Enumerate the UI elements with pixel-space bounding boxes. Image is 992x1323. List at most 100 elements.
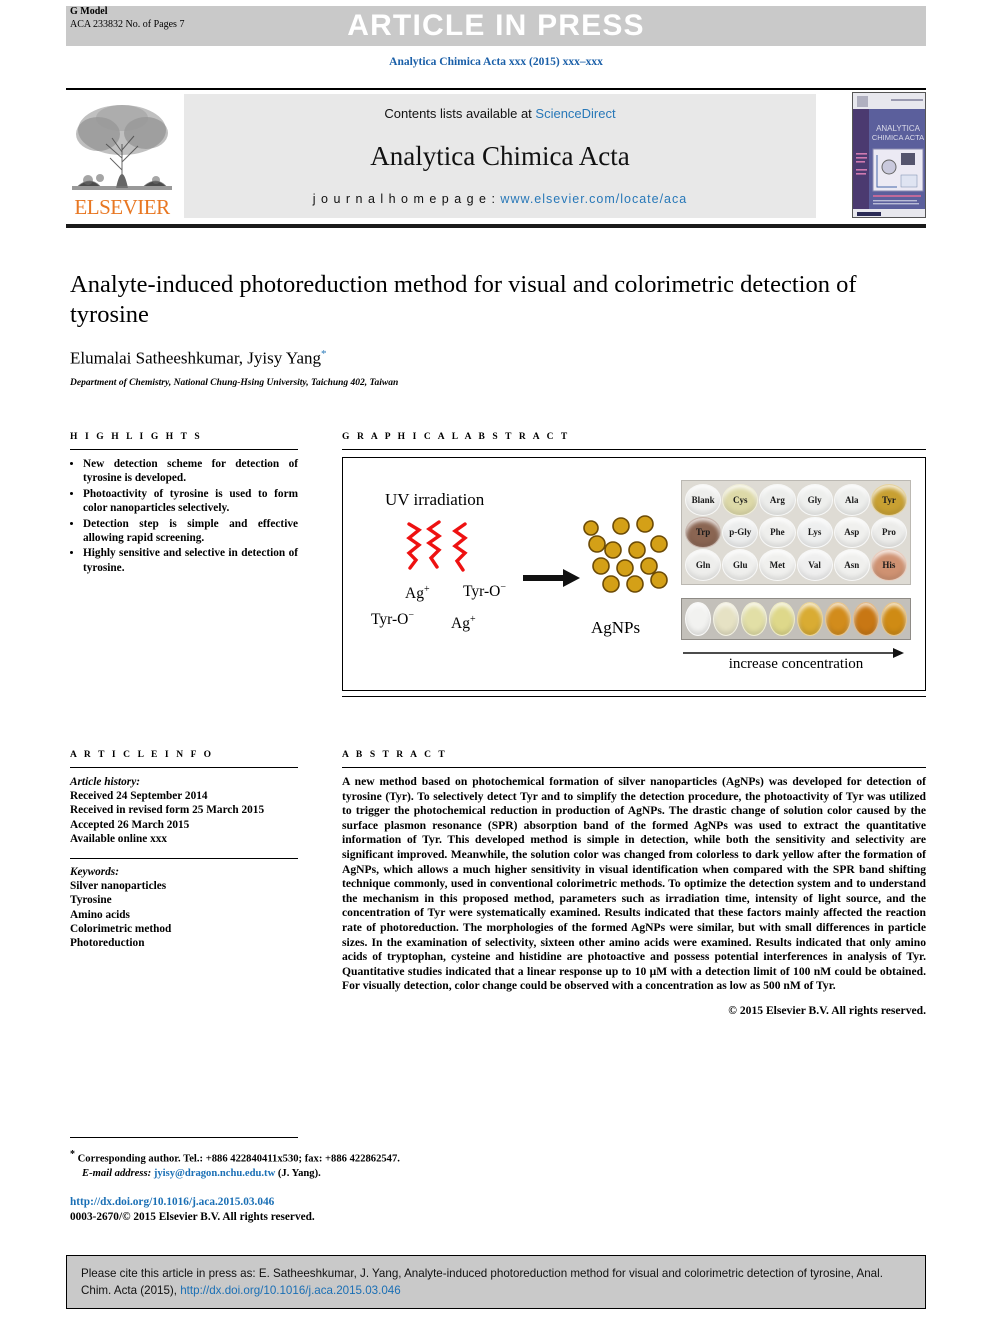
abstract-body: A new method based on photochemical form… [342,775,926,993]
gradient-well [741,602,767,636]
keyword-item: Photoreduction [70,937,145,950]
microplate-concentration-strip [681,598,911,640]
graphical-abstract-figure: UV irradiation Ag+ Tyr-O− Tyr-O− Ag+ AgN… [342,457,926,691]
sciencedirect-link[interactable]: ScienceDirect [535,106,615,121]
reactant-tyrosinate-1: Tyr-O− [463,582,506,601]
elsevier-wordmark: ELSEVIER [74,195,170,219]
gradient-well [825,602,851,636]
highlights-rule [70,449,298,450]
plate-well: Cys [722,484,759,516]
journal-homepage-link[interactable]: www.elsevier.com/locate/aca [500,192,687,206]
keywords-block: Keywords: Silver nanoparticles Tyrosine … [70,865,298,950]
plate-well: Pro [870,516,907,549]
affiliation: Department of Chemistry, National Chung-… [70,377,399,388]
reactant-tyrosinate-2: Tyr-O− [371,610,414,629]
plate-well: Gly [796,484,833,516]
keywords-label: Keywords: [70,866,119,879]
footnote-block: * Corresponding author. Tel.: +886 42284… [70,1148,670,1181]
plate-well: Asn [833,549,870,581]
article-info-section: A R T I C L E I N F O Article history: R… [70,750,298,950]
tyr-text-1: Tyr-O [463,583,501,601]
citation-text: Please cite this article in press as: E.… [81,1265,911,1299]
email-suffix: (J. Yang). [277,1167,321,1179]
plate-well: Asp [833,516,870,549]
ag-text-1: Ag [405,585,424,603]
corresponding-author-marker: * [321,348,327,360]
graphical-abstract-heading: G R A P H I C A L A B S T R A C T [342,432,570,442]
page-title: Analyte-induced photoreduction method fo… [70,271,857,328]
list-item: New detection scheme for detection of ty… [83,457,298,486]
reaction-arrow-icon [523,566,581,595]
footnote-rule [70,1137,298,1138]
email-note: E-mail address: jyisy@dragon.nchu.edu.tw… [70,1167,670,1181]
plate-well: Arg [759,484,796,516]
tyr-charge-1: − [500,582,506,593]
abstract-rule [342,767,926,768]
doi-block: http://dx.doi.org/10.1016/j.aca.2015.03.… [70,1195,315,1225]
keyword-item: Silver nanoparticles [70,880,167,893]
graphical-abstract-section: G R A P H I C A L A B S T R A C T UV irr… [342,432,926,697]
ag-charge-1: + [423,584,430,595]
svg-text:CHIMICA ACTA: CHIMICA ACTA [872,133,924,142]
corresponding-author-text: Corresponding author. Tel.: +886 4228404… [77,1153,400,1165]
title-block: Analyte-induced photoreduction method fo… [70,270,926,388]
article-history-label: Article history: [70,776,140,788]
graphical-abstract-bottom-rule [342,696,926,697]
article-info-rule [70,767,298,768]
author-names: Elumalai Satheeshkumar, Jyisy Yang [70,348,321,368]
plate-well: Ala [833,484,870,516]
issn-copyright: 0003-2670/© 2015 Elsevier B.V. All right… [70,1211,315,1223]
elsevier-logo: ELSEVIER [66,94,178,218]
gradient-well [685,602,711,636]
email-label: E-mail address: [82,1167,152,1179]
contents-available-line: Contents lists available at ScienceDirec… [384,106,615,121]
plate-well: Trp [685,516,722,549]
journal-title: Analytica Chimica Acta [370,141,630,171]
plate-well: Gln [685,549,722,581]
abstract-heading: A B S T R A C T [342,750,448,760]
citation-doi-link[interactable]: http://dx.doi.org/10.1016/j.aca.2015.03.… [180,1284,400,1297]
manuscript-id: ACA 233832 No. of Pages 7 [70,18,185,30]
corresponding-author-note: * Corresponding author. Tel.: +886 42284… [70,1148,670,1167]
list-item: Photoactivity of tyrosine is used to for… [83,487,298,516]
g-model-block: G Model ACA 233832 No. of Pages 7 [70,6,184,31]
tyr-charge-2: − [408,610,414,621]
abstract-section: A B S T R A C T A new method based on ph… [342,750,926,1017]
author-list: Elumalai Satheeshkumar, Jyisy Yang* [70,348,926,369]
uv-irradiation-label: UV irradiation [385,490,485,509]
history-item: Received 24 September 2014 [70,790,208,803]
journal-masthead: ELSEVIER Contents lists available at Sci… [66,88,926,220]
history-item: Received in revised form 25 March 2015 [70,804,265,817]
tyr-text-2: Tyr-O [371,611,409,629]
plate-well: His [870,549,907,581]
keyword-item: Colorimetric method [70,922,172,935]
homepage-prefix: j o u r n a l h o m e p a g e : [312,192,501,206]
agnps-label: AgNPs [591,618,641,637]
article-in-press-banner: ARTICLE IN PRESS [66,6,926,46]
highlights-list: New detection scheme for detection of ty… [70,457,298,575]
plate-well: Tyr [870,484,907,516]
graphical-abstract-rule [342,449,926,450]
gradient-well [881,602,907,636]
elsevier-tree-icon [70,100,174,196]
footnote-marker: * [70,1149,75,1160]
plate-well: p-Gly [722,516,759,549]
doi-link[interactable]: http://dx.doi.org/10.1016/j.aca.2015.03.… [70,1195,315,1210]
list-item: Highly sensitive and selective in detect… [83,546,298,575]
contents-box: Contents lists available at ScienceDirec… [184,94,816,218]
plate-well: Lys [796,516,833,549]
gradient-well [769,602,795,636]
plate-well: Blank [685,484,722,516]
plate-well: Phe [759,516,796,549]
history-item: Accepted 26 March 2015 [70,818,190,831]
ag-charge-2: + [469,614,476,625]
masthead-bottom-rule [66,224,926,228]
email-link[interactable]: jyisy@dragon.nchu.edu.tw [154,1168,275,1179]
journal-cover-thumbnail: ANALYTICA CHIMICA ACTA [852,92,926,218]
list-item: Detection step is simple and effective a… [83,517,298,546]
g-model-label: G Model [70,6,108,17]
reactant-silver-ion-1: Ag+ [405,584,430,603]
ag-text-2: Ag [451,615,470,633]
gradient-well [713,602,739,636]
agnp-cluster-icon [583,510,679,607]
